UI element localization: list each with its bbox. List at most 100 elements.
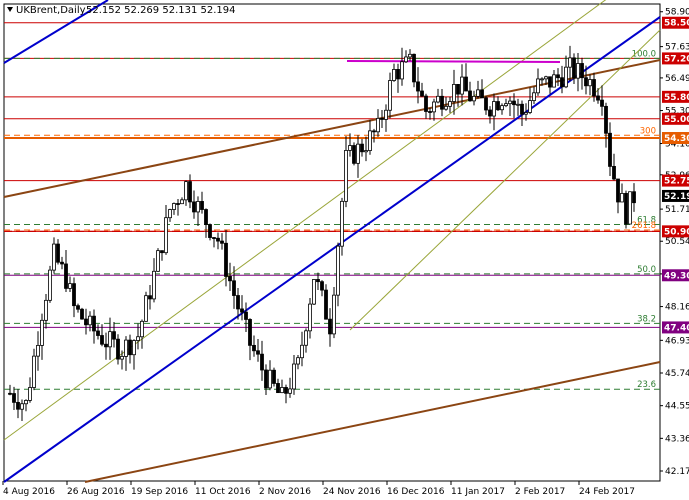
candle-body [384,109,388,120]
candle-body [224,242,228,277]
candle-body [432,101,436,113]
candle-body [500,105,504,111]
candle-body [568,57,572,68]
candle-body [108,331,112,348]
candle-body [360,143,364,153]
candle-body [276,383,280,394]
candle-body [244,311,248,320]
candle-body [408,53,412,58]
y-tick-label: 48.16 [665,303,689,313]
candle-body [96,330,100,336]
candle-body [180,199,184,205]
y-tick-label: 58.90 [665,8,689,18]
candle-body [216,237,220,242]
price-tag-label: 55.00 [664,115,689,125]
candle-body [400,61,404,80]
candle-body [452,83,456,102]
candle-body [448,101,452,107]
y-tick-label: 50.54 [665,237,689,247]
price-tag-label: 47.40 [664,323,689,333]
candle-body [204,209,208,225]
candle-body [320,281,324,291]
candle-body [340,200,344,247]
candle-body [484,97,488,111]
candle-body [416,81,420,92]
candle-body [260,353,264,371]
candle-body [36,345,40,357]
candle-body [296,357,300,365]
candle-body [164,217,168,254]
candle-body [584,77,588,87]
candle-body [192,201,196,213]
candle-body [136,336,140,341]
candle-body [52,243,56,271]
candle-body [420,90,424,97]
x-tick-label: 16 Dec 2016 [387,487,445,497]
candle-body [308,303,312,332]
candle-body [76,305,80,310]
price-chart[interactable]: 100.061.850.038.223.6300261.8 58.9057.63… [0,0,689,500]
candle-body [328,318,332,335]
candle-body [476,89,480,97]
candle-body [468,90,472,102]
candle-body [624,193,628,225]
candle-body [16,401,20,410]
candle-body [212,237,216,239]
candle-body [376,117,380,133]
candle-body [532,92,536,101]
candle-body [544,76,548,80]
x-tick-label: 4 Aug 2016 [3,487,55,497]
candle-body [352,145,356,164]
fib-label: 38.2 [637,314,656,324]
y-tick-label: 46.93 [665,336,689,346]
candle-body [616,178,620,203]
fib-label: 50.0 [637,265,656,275]
candle-body [440,95,444,110]
candle-body [288,388,292,394]
candle-body [264,369,268,389]
candle-body [300,344,304,359]
candle-body [428,111,432,113]
candle-body [488,109,492,117]
x-tick-label: 24 Feb 2017 [579,487,635,497]
candle-body [628,191,632,225]
price-tag-label: 58.50 [664,19,689,29]
candle-body [24,400,28,405]
trend-line [346,60,561,63]
candle-body [252,344,256,352]
candle-body [396,69,400,80]
candle-body [404,56,408,63]
candle-body [64,263,68,289]
candle-body [632,191,636,204]
candle-body [520,103,524,115]
candle-body [372,130,376,133]
candle-body [44,299,48,321]
candle-body [256,350,260,355]
candle-body [524,112,528,115]
candle-body [176,203,180,205]
y-tick-label: 51.71 [665,205,689,215]
price-tag-label: 57.20 [664,54,689,64]
ohlc-readout: 52.152 52.269 52.131 52.194 [86,5,236,16]
price-axis: 58.9057.6356.4955.3054.1052.9651.7150.54… [660,8,689,477]
y-tick-label: 57.63 [665,43,689,53]
candle-body [508,100,512,105]
x-tick-label: 11 Jan 2017 [451,487,505,497]
candle-body [324,289,328,320]
candle-body [248,319,252,346]
candle-body [456,83,460,95]
candle-body [152,270,156,300]
candle-body [48,269,52,301]
candle-body [512,100,516,106]
candle-body [620,193,624,203]
candle-body [332,294,336,335]
candle-body [444,105,448,110]
candle-body [68,283,72,289]
x-tick-label: 2 Nov 2016 [259,487,311,497]
candle-body [368,130,372,151]
candle-body [588,79,592,87]
candle-body [112,331,116,340]
candle-body [560,77,564,88]
y-tick-label: 42.17 [665,467,689,477]
candle-body [516,103,520,106]
